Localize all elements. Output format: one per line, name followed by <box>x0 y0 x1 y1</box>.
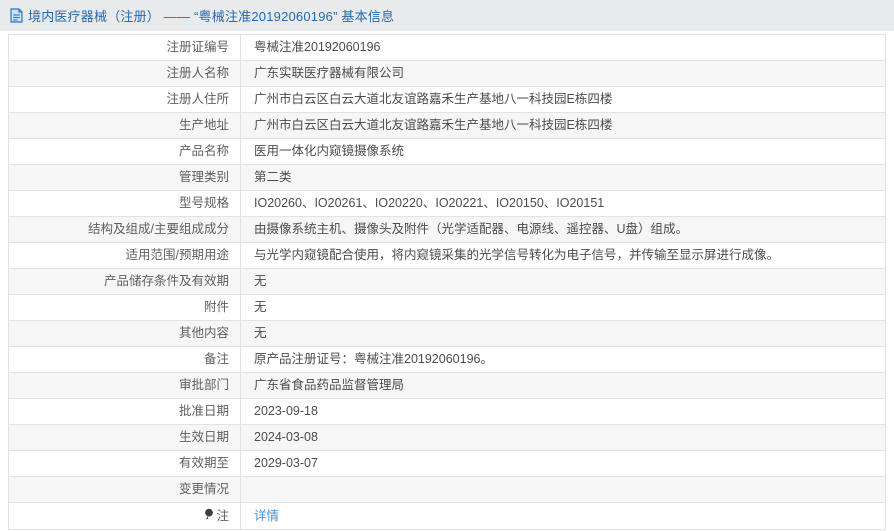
bulb-note-icon <box>204 508 214 521</box>
row-value: 广州市白云区白云大道北友谊路嘉禾生产基地八一科技园E栋四楼 <box>241 87 886 113</box>
row-value: 广州市白云区白云大道北友谊路嘉禾生产基地八一科技园E栋四楼 <box>241 113 886 139</box>
row-value: 广东省食品药品监督管理局 <box>241 373 886 399</box>
row-label-text: 备注 <box>204 352 229 366</box>
row-value: 2029-03-07 <box>241 451 886 477</box>
row-label-text: 注册证编号 <box>166 40 229 54</box>
registration-info-table: 注册证编号 粤械注准20192060196 注册人名称 广东实联医疗器械有限公司… <box>8 34 886 530</box>
row-label: 注 <box>9 503 241 530</box>
row-label: 生产地址 <box>9 113 241 139</box>
row-value: 医用一体化内窥镜摄像系统 <box>241 139 886 165</box>
row-value: 粤械注准20192060196 <box>241 35 886 61</box>
row-value: IO20260、IO20261、IO20220、IO20221、IO20150、… <box>241 191 886 217</box>
row-label: 生效日期 <box>9 425 241 451</box>
row-label: 其他内容 <box>9 321 241 347</box>
table-row: 注册证编号 粤械注准20192060196 <box>9 35 886 61</box>
row-label-text: 管理类别 <box>179 170 229 184</box>
row-value: 原产品注册证号：粤械注准20192060196。 <box>241 347 886 373</box>
detail-link[interactable]: 详情 <box>254 509 279 523</box>
row-label-text: 审批部门 <box>179 378 229 392</box>
row-label: 附件 <box>9 295 241 321</box>
row-value: 由摄像系统主机、摄像头及附件（光学适配器、电源线、遥控器、U盘）组成。 <box>241 217 886 243</box>
table-row: 产品储存条件及有效期 无 <box>9 269 886 295</box>
row-label: 型号规格 <box>9 191 241 217</box>
row-label: 注册人住所 <box>9 87 241 113</box>
row-label-text: 其他内容 <box>179 326 229 340</box>
row-value: 广东实联医疗器械有限公司 <box>241 61 886 87</box>
row-label: 注册人名称 <box>9 61 241 87</box>
table-row: 型号规格 IO20260、IO20261、IO20220、IO20221、IO2… <box>9 191 886 217</box>
table-row: 注 详情 <box>9 503 886 530</box>
row-label: 批准日期 <box>9 399 241 425</box>
row-label: 产品储存条件及有效期 <box>9 269 241 295</box>
row-label-text: 变更情况 <box>179 482 229 496</box>
row-label-text: 注册人名称 <box>166 66 229 80</box>
table-row: 结构及组成/主要组成成分 由摄像系统主机、摄像头及附件（光学适配器、电源线、遥控… <box>9 217 886 243</box>
row-label: 审批部门 <box>9 373 241 399</box>
page-title: 境内医疗器械（注册） —— “粤械注准20192060196” 基本信息 <box>28 6 394 25</box>
row-label-text: 注 <box>216 509 229 523</box>
row-label: 有效期至 <box>9 451 241 477</box>
row-value: 与光学内窥镜配合使用，将内窥镜采集的光学信号转化为电子信号，并传输至显示屏进行成… <box>241 243 886 269</box>
row-label-text: 结构及组成/主要组成成分 <box>88 222 229 236</box>
row-label: 结构及组成/主要组成成分 <box>9 217 241 243</box>
row-label-text: 产品名称 <box>179 144 229 158</box>
row-label-text: 注册人住所 <box>166 92 229 106</box>
row-value: 2023-09-18 <box>241 399 886 425</box>
table-row: 变更情况 <box>9 477 886 503</box>
table-row: 附件 无 <box>9 295 886 321</box>
row-label-text: 型号规格 <box>179 196 229 210</box>
table-row: 生产地址 广州市白云区白云大道北友谊路嘉禾生产基地八一科技园E栋四楼 <box>9 113 886 139</box>
table-row: 适用范围/预期用途 与光学内窥镜配合使用，将内窥镜采集的光学信号转化为电子信号，… <box>9 243 886 269</box>
row-label-text: 产品储存条件及有效期 <box>104 274 229 288</box>
row-value <box>241 477 886 503</box>
row-label: 注册证编号 <box>9 35 241 61</box>
row-label-text: 适用范围/预期用途 <box>126 248 229 262</box>
document-icon <box>10 8 23 23</box>
row-label: 管理类别 <box>9 165 241 191</box>
table-row: 批准日期 2023-09-18 <box>9 399 886 425</box>
row-value: 无 <box>241 269 886 295</box>
table-row: 有效期至 2029-03-07 <box>9 451 886 477</box>
row-label: 适用范围/预期用途 <box>9 243 241 269</box>
row-label-text: 批准日期 <box>179 404 229 418</box>
table-row: 产品名称 医用一体化内窥镜摄像系统 <box>9 139 886 165</box>
row-value: 第二类 <box>241 165 886 191</box>
table-row: 其他内容 无 <box>9 321 886 347</box>
page-header: 境内医疗器械（注册） —— “粤械注准20192060196” 基本信息 <box>0 0 894 31</box>
row-value: 无 <box>241 295 886 321</box>
row-value: 详情 <box>241 503 886 530</box>
row-label-text: 生效日期 <box>179 430 229 444</box>
table-row: 管理类别 第二类 <box>9 165 886 191</box>
row-label: 产品名称 <box>9 139 241 165</box>
row-label-text: 附件 <box>204 300 229 314</box>
table-row: 备注 原产品注册证号：粤械注准20192060196。 <box>9 347 886 373</box>
row-label: 备注 <box>9 347 241 373</box>
table-row: 注册人住所 广州市白云区白云大道北友谊路嘉禾生产基地八一科技园E栋四楼 <box>9 87 886 113</box>
row-value: 2024-03-08 <box>241 425 886 451</box>
row-value: 无 <box>241 321 886 347</box>
table-row: 生效日期 2024-03-08 <box>9 425 886 451</box>
row-label: 变更情况 <box>9 477 241 503</box>
row-label-text: 有效期至 <box>179 456 229 470</box>
row-label-text: 生产地址 <box>179 118 229 132</box>
content-area: 注册证编号 粤械注准20192060196 注册人名称 广东实联医疗器械有限公司… <box>0 31 894 530</box>
table-row: 审批部门 广东省食品药品监督管理局 <box>9 373 886 399</box>
table-row: 注册人名称 广东实联医疗器械有限公司 <box>9 61 886 87</box>
